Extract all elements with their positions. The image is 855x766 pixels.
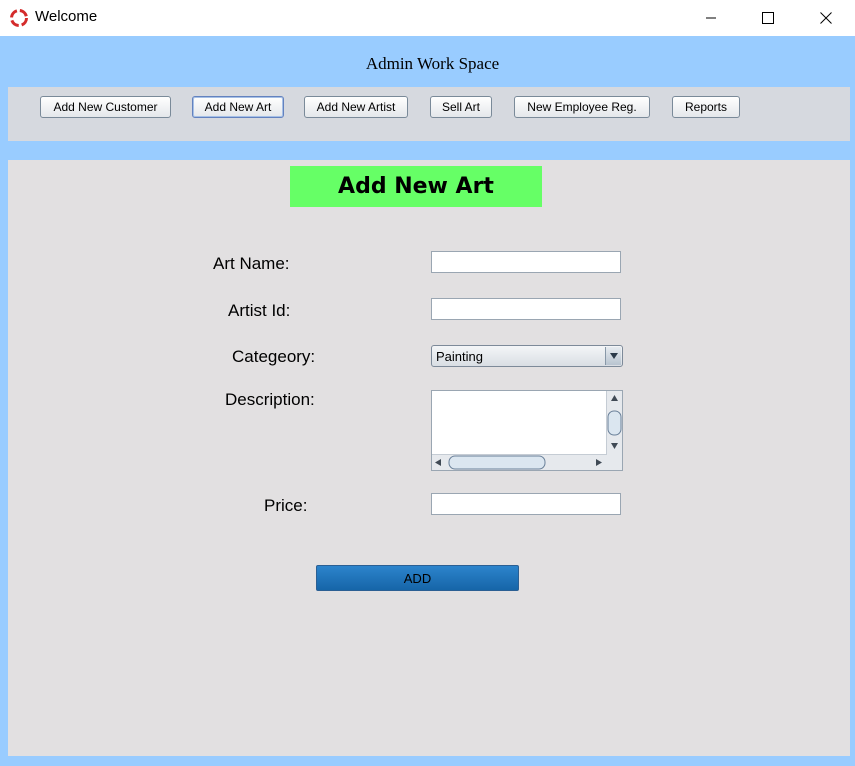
add-new-artist-button[interactable]: Add New Artist (304, 96, 408, 118)
price-label: Price: (264, 496, 308, 515)
window-bottom-border (0, 756, 855, 766)
maximize-button[interactable] (739, 0, 797, 36)
scroll-down-icon (611, 443, 618, 449)
minimize-icon (705, 12, 717, 24)
price-field[interactable] (431, 493, 621, 515)
scroll-right-icon (596, 459, 602, 466)
app-icon (9, 8, 29, 28)
scroll-left-icon (435, 459, 441, 466)
art-name-label: Art Name: (213, 254, 290, 273)
category-selected-value: Painting (436, 349, 483, 364)
description-vertical-scrollbar[interactable] (606, 391, 622, 455)
close-button[interactable] (797, 0, 855, 36)
scrollbar-corner (607, 455, 622, 470)
app-window: Welcome Admin Work Space Add New Custome… (0, 0, 855, 766)
window-title: Welcome (35, 8, 98, 25)
form-heading: Add New Art (290, 166, 542, 207)
sell-art-button[interactable]: Sell Art (430, 96, 492, 118)
artist-id-field[interactable] (431, 298, 621, 320)
reports-button[interactable]: Reports (672, 96, 740, 118)
toolbar: Add New Customer Add New Art Add New Art… (8, 87, 850, 141)
description-label: Description: (225, 390, 315, 409)
category-label: Categeory: (232, 347, 316, 366)
new-employee-reg-button[interactable]: New Employee Reg. (514, 96, 650, 118)
scroll-up-icon (611, 395, 618, 401)
title-bar[interactable]: Welcome (0, 0, 855, 36)
add-button[interactable]: ADD (316, 565, 519, 591)
category-select[interactable]: Painting (431, 345, 623, 367)
minimize-button[interactable] (682, 0, 740, 36)
maximize-icon (762, 12, 774, 24)
art-name-field[interactable] (431, 251, 621, 273)
workspace-title: Admin Work Space (365, 54, 500, 73)
add-art-panel: Add New Art Art Name: Artist Id: Categeo… (8, 160, 850, 756)
artist-id-label: Artist Id: (228, 301, 291, 320)
add-new-art-button[interactable]: Add New Art (192, 96, 284, 118)
add-new-customer-button[interactable]: Add New Customer (40, 96, 171, 118)
dropdown-arrow-icon[interactable] (605, 347, 621, 365)
close-icon (820, 12, 832, 24)
description-textarea[interactable] (431, 390, 623, 471)
description-horizontal-scrollbar[interactable] (432, 454, 607, 470)
